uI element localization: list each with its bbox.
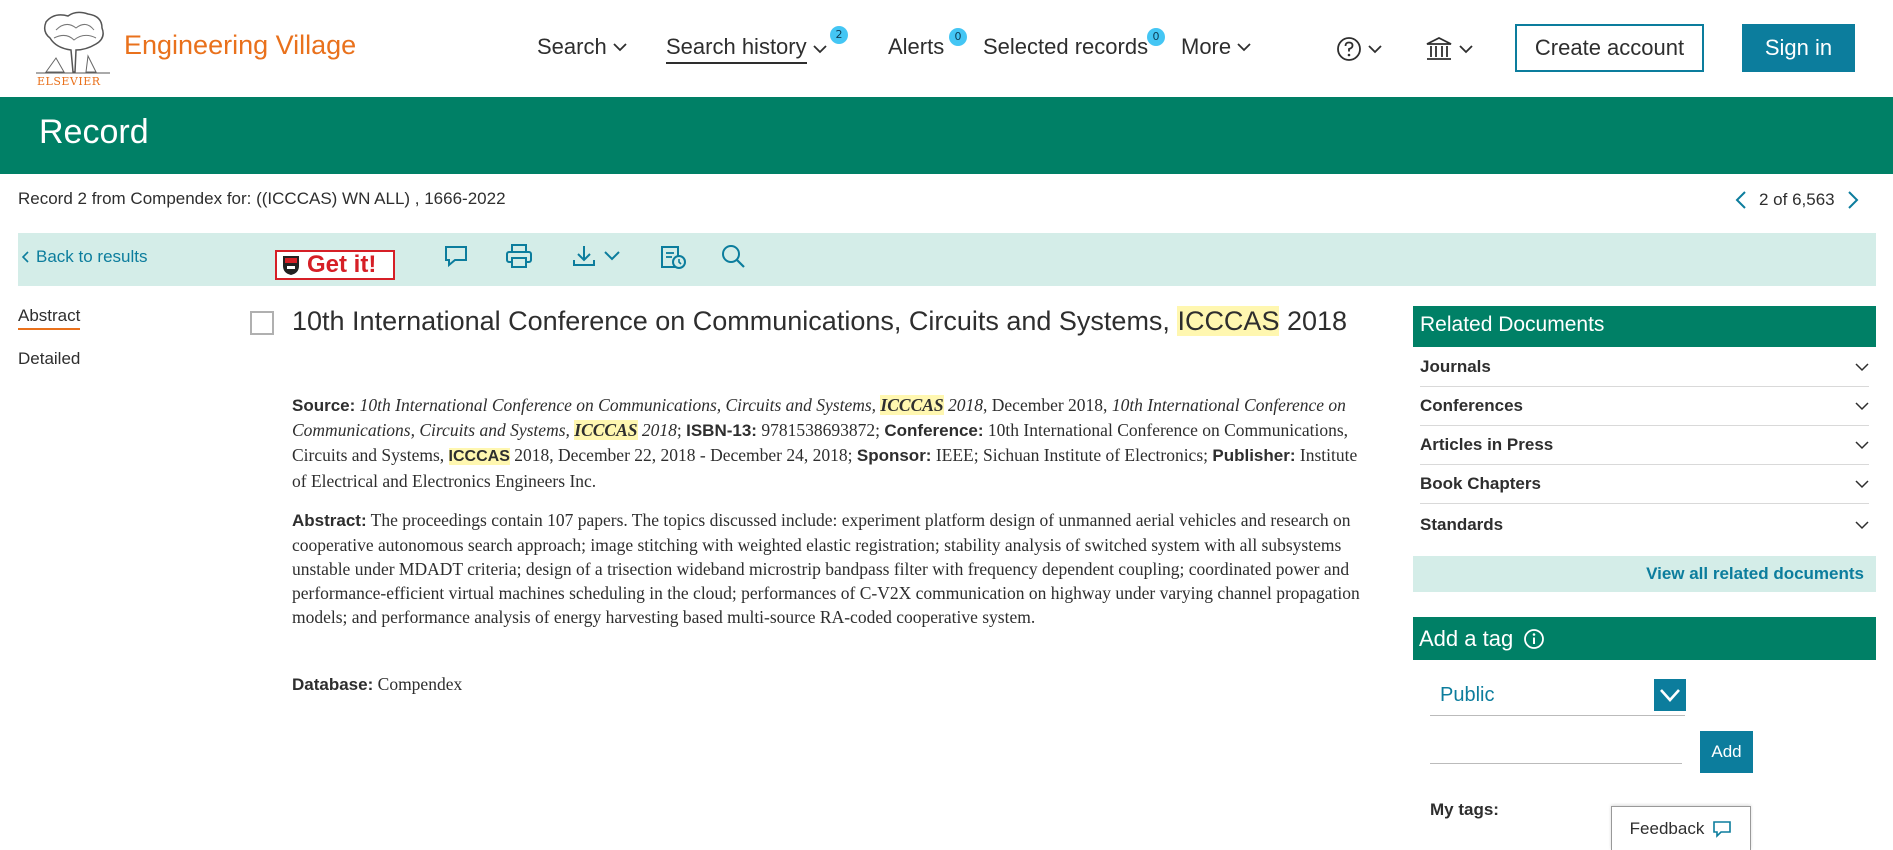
sign-in-button[interactable]: Sign in — [1742, 24, 1855, 72]
left-nav-detailed[interactable]: Detailed — [18, 349, 80, 369]
related-item-articles-in-press[interactable]: Articles in Press — [1420, 426, 1869, 465]
title-text-end: 2018 — [1279, 306, 1348, 336]
select-dropdown-button[interactable] — [1654, 679, 1686, 711]
feedback-icon — [1713, 820, 1732, 838]
download-icon — [573, 246, 595, 266]
page-header-band: Record — [0, 97, 1893, 174]
pager-position: 2 of 6,563 — [1759, 190, 1835, 209]
create-account-button[interactable]: Create account — [1515, 24, 1704, 72]
abstract-text: The proceedings contain 107 papers. The … — [292, 510, 1360, 627]
isbn-value: 9781538693872; — [756, 420, 885, 440]
sponsor-value: IEEE; Sichuan Institute of Electronics; — [931, 445, 1213, 465]
comment-icon[interactable] — [443, 243, 469, 269]
chevron-right-icon[interactable] — [1847, 190, 1859, 210]
nav-alerts-label: Alerts — [888, 34, 945, 59]
help-menu[interactable] — [1336, 36, 1382, 62]
chevron-left-icon — [22, 251, 29, 263]
library-shield-icon — [283, 256, 299, 275]
help-icon — [1337, 37, 1361, 61]
related-item-journals[interactable]: Journals — [1420, 348, 1869, 387]
nav-more[interactable]: More — [1181, 34, 1251, 60]
info-icon[interactable] — [1523, 628, 1545, 650]
feedback-label: Feedback — [1629, 818, 1705, 838]
chevron-down-icon — [1368, 45, 1382, 54]
chevron-down-icon — [1237, 43, 1251, 52]
nav-selected-records-label: Selected records — [983, 34, 1149, 59]
source-label: Source: — [292, 396, 356, 415]
record-summary: Record 2 from Compendex for: ((ICCCAS) W… — [18, 189, 506, 208]
abstract-block: Abstract: The proceedings contain 107 pa… — [292, 508, 1367, 629]
conference-label: Conference: — [884, 421, 984, 440]
chevron-down-icon — [604, 251, 620, 261]
my-tags-label: My tags: — [1430, 800, 1499, 819]
tag-input[interactable] — [1430, 732, 1682, 764]
record-pager: 2 of 6,563 — [1735, 190, 1859, 210]
related-documents-header: Related Documents — [1413, 306, 1876, 347]
sponsor-label: Sponsor: — [856, 446, 932, 465]
isbn-label: ISBN-13: — [686, 421, 757, 440]
database-block: Database: Compendex — [292, 672, 1367, 697]
nav-selected-records[interactable]: Selected records — [983, 34, 1148, 60]
source-block: Source: 10th International Conference on… — [292, 395, 1358, 491]
brand-name[interactable]: Engineering Village — [124, 30, 356, 61]
chevron-down-icon — [1855, 441, 1869, 450]
add-tag-button[interactable]: Add — [1700, 731, 1753, 773]
institution-menu[interactable] — [1425, 36, 1473, 62]
database-label: Database: — [292, 675, 374, 694]
chevron-left-icon[interactable] — [1735, 190, 1747, 210]
publisher-label: Publisher: — [1212, 446, 1296, 465]
left-nav-abstract[interactable]: Abstract — [18, 306, 81, 330]
elsevier-wordmark: ELSEVIER — [37, 75, 101, 88]
tag-visibility-select[interactable]: Public — [1430, 676, 1685, 716]
search-icon[interactable] — [720, 243, 746, 269]
chevron-down-icon — [1855, 363, 1869, 372]
source-text: 10th International Conference on Communi… — [359, 395, 984, 415]
document-title: 10th International Conference on Communi… — [292, 306, 1347, 337]
select-record-checkbox[interactable] — [250, 311, 274, 335]
title-text: 10th International Conference on Communi… — [292, 306, 1178, 336]
top-navigation: ELSEVIER Engineering Village Search Sear… — [0, 0, 1893, 97]
add-tag-title: Add a tag — [1419, 625, 1514, 651]
get-it-label: Get it! — [307, 251, 377, 278]
nav-search[interactable]: Search — [537, 34, 627, 60]
page-title: Record — [39, 113, 149, 151]
title-highlight: ICCCAS — [1177, 306, 1280, 336]
nav-search-history[interactable]: Search history — [666, 34, 827, 64]
back-to-results-label: Back to results — [36, 247, 148, 266]
add-tag-header: Add a tag — [1413, 617, 1876, 660]
chevron-down-icon — [1660, 689, 1680, 702]
institution-icon — [1426, 36, 1452, 60]
related-item-conferences[interactable]: Conferences — [1420, 387, 1869, 426]
print-icon[interactable] — [505, 243, 533, 269]
chevron-down-icon — [812, 45, 827, 54]
download-menu[interactable] — [571, 243, 621, 269]
related-item-standards[interactable]: Standards — [1420, 505, 1869, 544]
chevron-down-icon — [1855, 402, 1869, 411]
nav-alerts[interactable]: Alerts — [888, 34, 944, 60]
selected-records-badge: 0 — [1147, 28, 1165, 46]
back-to-results-link[interactable]: Back to results — [22, 247, 148, 267]
chevron-down-icon — [1855, 480, 1869, 489]
alerts-badge: 0 — [949, 28, 967, 46]
record-toolbar: Back to results Get it! — [18, 233, 1876, 286]
related-item-book-chapters[interactable]: Book Chapters — [1420, 465, 1869, 504]
save-record-icon[interactable] — [659, 243, 687, 271]
view-all-related-link[interactable]: View all related documents — [1413, 556, 1876, 592]
nav-search-label: Search — [537, 34, 607, 59]
nav-search-history-label: Search history — [666, 34, 807, 64]
chevron-down-icon — [1855, 520, 1869, 529]
search-history-badge: 2 — [830, 26, 848, 44]
chevron-down-icon — [613, 43, 627, 52]
feedback-button[interactable]: Feedback — [1611, 806, 1751, 850]
elsevier-tree-icon[interactable] — [36, 10, 110, 74]
get-it-button[interactable]: Get it! — [275, 250, 395, 280]
abstract-label: Abstract: — [292, 511, 367, 530]
nav-more-label: More — [1181, 34, 1232, 59]
database-value: Compendex — [373, 674, 463, 694]
chevron-down-icon — [1459, 45, 1473, 54]
